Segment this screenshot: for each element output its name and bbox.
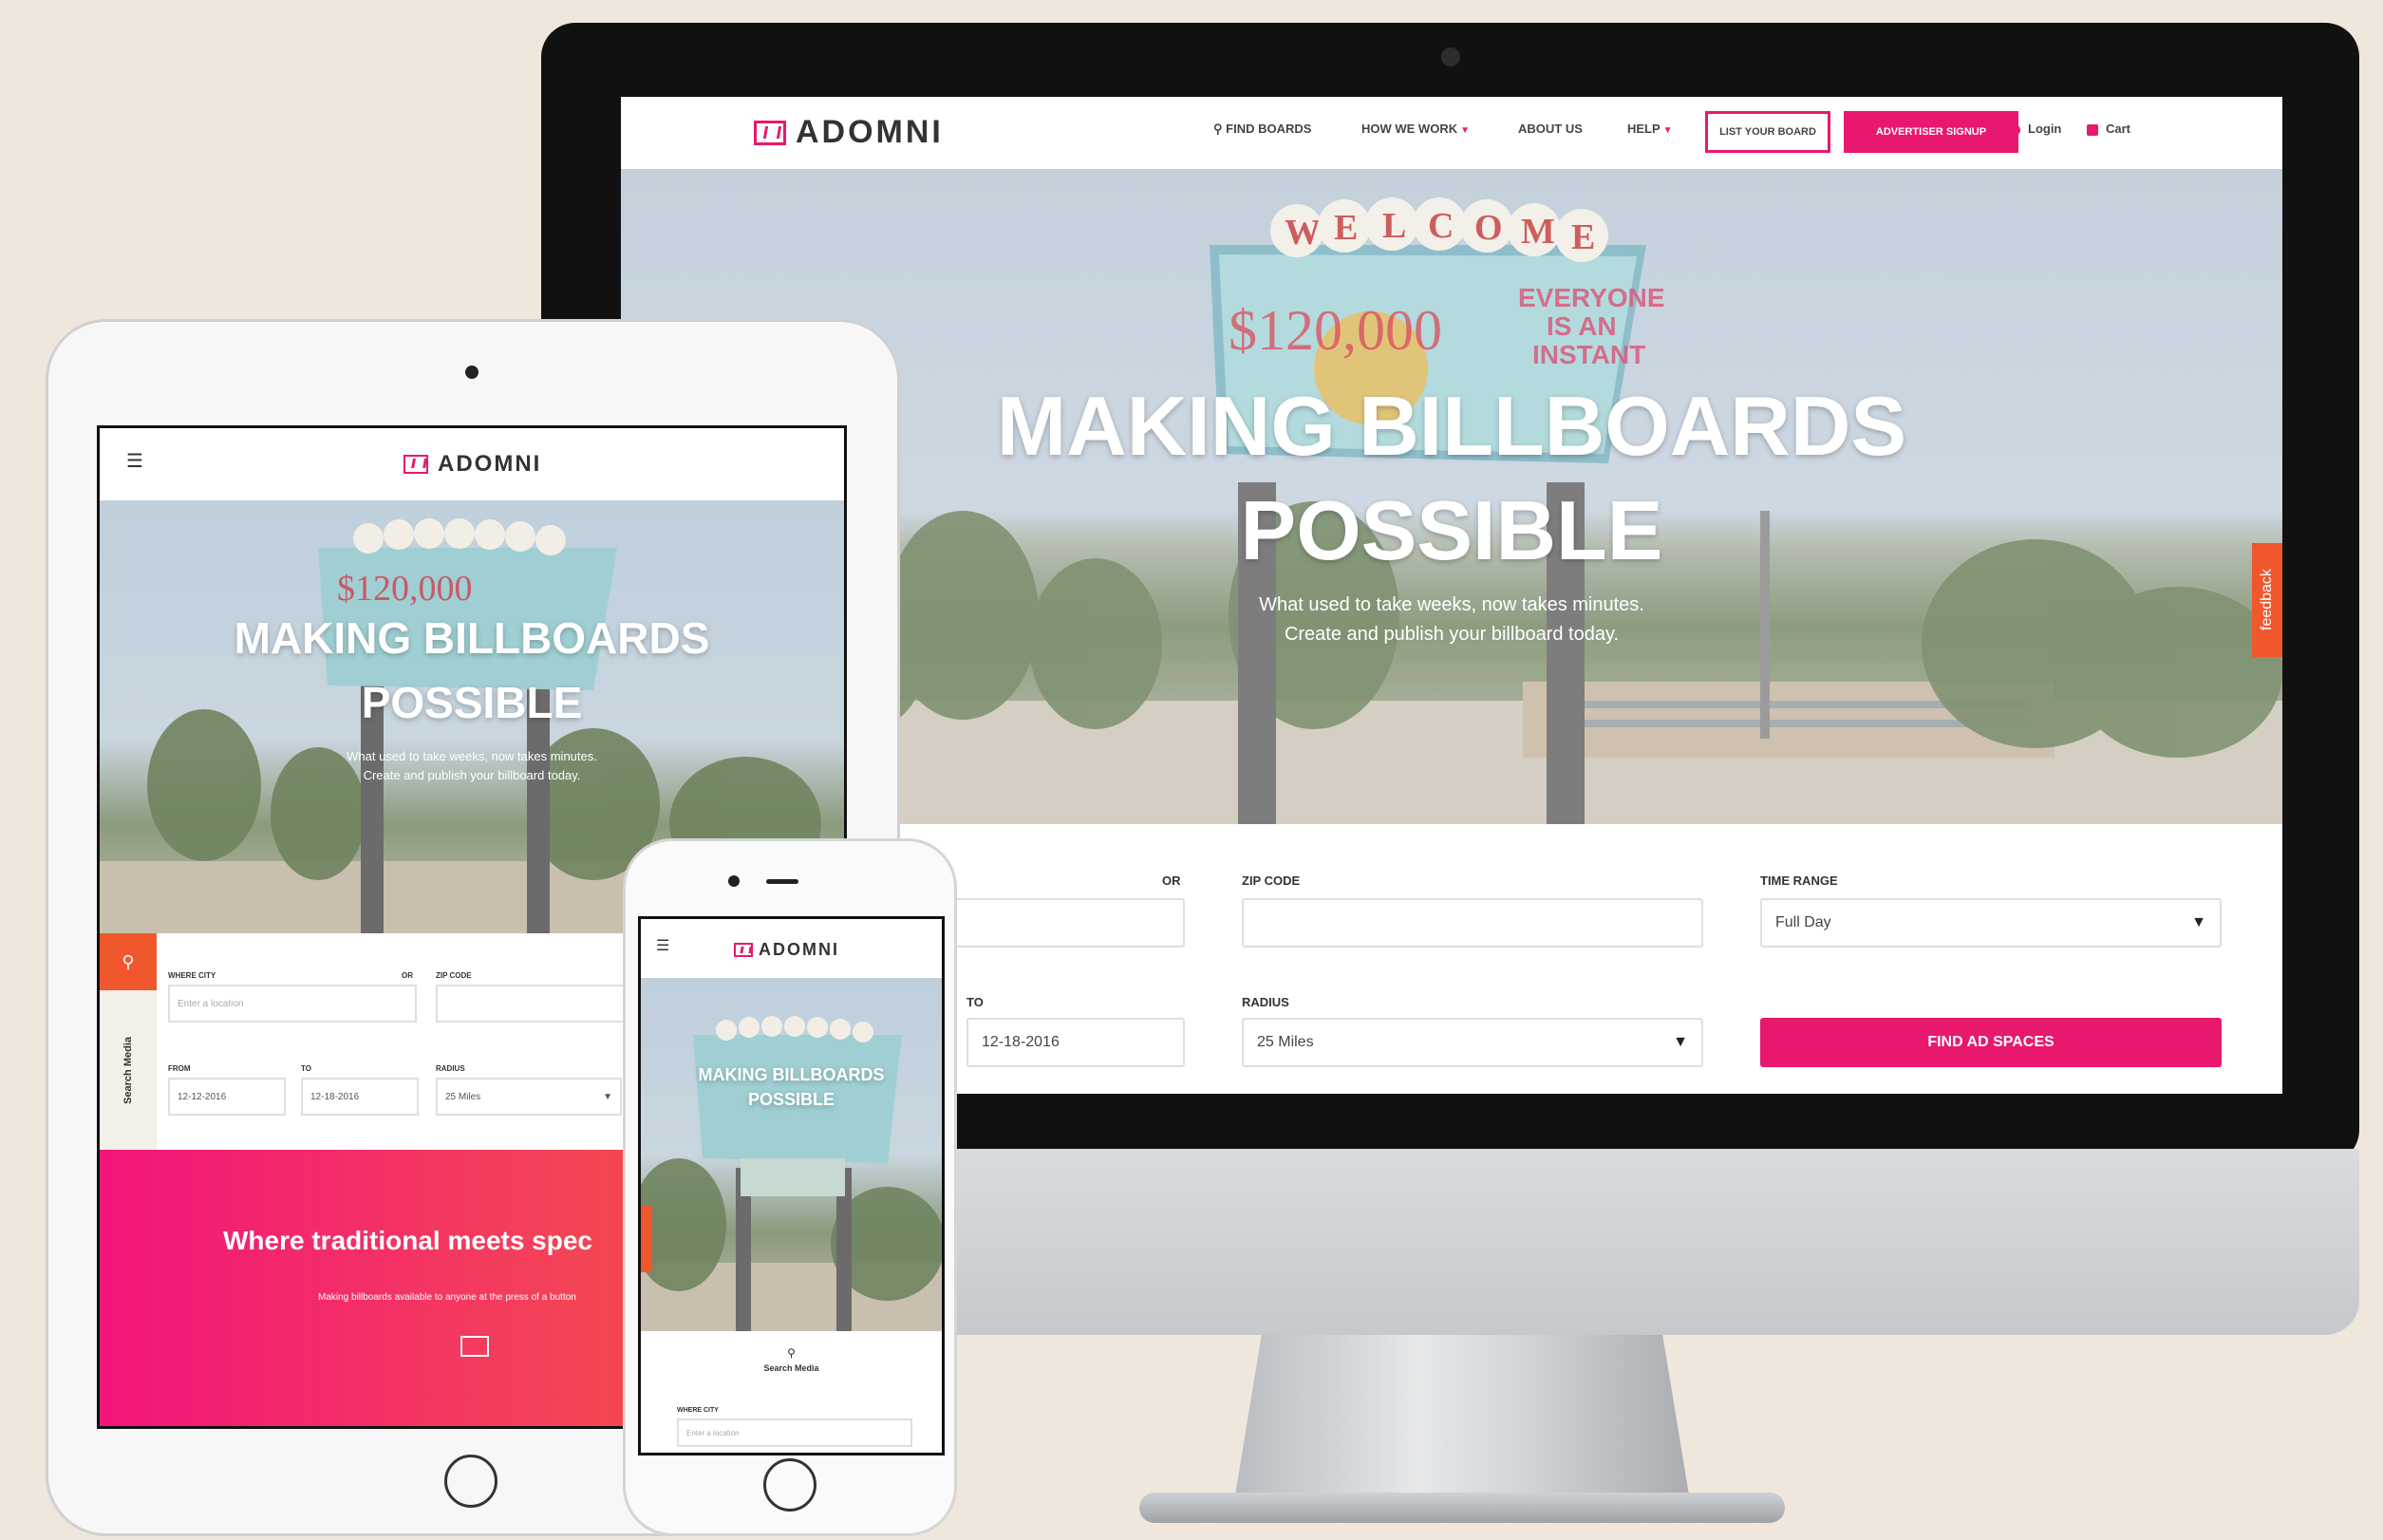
adomni-logo-icon <box>460 1336 489 1357</box>
brand-logo[interactable]: ADOMNI <box>754 114 944 151</box>
phone-search-panel: ⚲ Search Media WHERE CITY Enter a locati… <box>641 1331 942 1453</box>
nav-login-label: Login <box>2028 122 2062 136</box>
radius-select[interactable]: 25 Miles ▼ <box>1242 1018 1703 1067</box>
to-date-input[interactable]: 12-18-2016 <box>966 1018 1185 1067</box>
radius-value: 25 Miles <box>445 1091 481 1102</box>
chevron-down-icon: ▼ <box>1673 1034 1688 1050</box>
phone-brand-logo[interactable]: ADOMNI <box>734 940 839 960</box>
radius-label: RADIUS <box>1242 995 1289 1009</box>
monitor-camera <box>1441 47 1460 66</box>
phone-hero: MAKING BILLBOARDS POSSIBLE <box>641 978 942 1331</box>
nav-how-we-work-label: HOW WE WORK <box>1361 122 1458 136</box>
tablet-brand-logo[interactable]: ADOMNI <box>403 451 541 478</box>
phone-camera <box>728 875 740 887</box>
or-label: OR <box>402 971 413 980</box>
nav-login[interactable]: Login <box>2009 122 2061 136</box>
user-icon <box>2009 123 2020 136</box>
chevron-down-icon: ▼ <box>603 1091 612 1102</box>
phone-screen: ☰ ADOMNI MAKING BILLBOARDS POSSIBLE ⚲ Se… <box>638 916 945 1455</box>
phone-feedback-tab[interactable] <box>641 1206 652 1272</box>
brand-name: ADOMNI <box>796 114 944 150</box>
phone-navbar: ☰ ADOMNI <box>641 919 942 979</box>
search-icon[interactable]: ⚲ <box>100 933 157 990</box>
where-city-placeholder: Enter a location <box>178 998 244 1009</box>
to-label: TO <box>966 995 984 1009</box>
adomni-logo-icon <box>754 120 786 145</box>
to-date-value: 12-18-2016 <box>982 1034 1060 1050</box>
phone-brand-name: ADOMNI <box>759 940 839 959</box>
nav-find-boards[interactable]: ⚲ FIND BOARDS <box>1213 122 1311 137</box>
zip-code-label: ZIP CODE <box>1242 873 1301 888</box>
zip-code-input[interactable] <box>1242 898 1703 948</box>
tablet-home-button <box>444 1455 497 1508</box>
to-date-input[interactable]: 12-18-2016 <box>301 1078 419 1116</box>
chevron-down-icon: ▼ <box>2191 914 2206 930</box>
radius-label: RADIUS <box>436 1064 465 1073</box>
promo-headline: Where traditional meets spec <box>223 1226 593 1255</box>
where-city-input[interactable]: Enter a location <box>677 1418 912 1447</box>
nav-how-we-work[interactable]: HOW WE WORK ▼ <box>1361 122 1470 136</box>
time-range-select[interactable]: Full Day ▼ <box>1760 898 2222 948</box>
chevron-down-icon: ▼ <box>1460 125 1470 136</box>
promo-body: Making billboards available to anyone at… <box>318 1292 576 1303</box>
zip-code-label: ZIP CODE <box>436 971 472 980</box>
or-label: OR <box>1162 873 1181 888</box>
tablet-brand-name: ADOMNI <box>438 451 542 477</box>
svg-text:$120,000: $120,000 <box>337 569 473 609</box>
phone-home-button <box>763 1458 816 1512</box>
phone-hero-title-line2: POSSIBLE <box>747 1090 835 1109</box>
search-media-side-tab-label: Search Media <box>122 1036 134 1104</box>
advertiser-signup-button[interactable]: ADVERTISER SIGNUP <box>1844 111 2018 153</box>
nav-help[interactable]: HELP ▼ <box>1627 122 1673 136</box>
search-media-side-tab[interactable]: Search Media <box>100 990 157 1150</box>
from-label: FROM <box>168 1064 191 1073</box>
chevron-down-icon: ▼ <box>1662 125 1673 136</box>
from-date-input[interactable]: 12-12-2016 <box>168 1078 286 1116</box>
cart-icon <box>2087 123 2098 136</box>
tablet-navbar: ☰ ADOMNI <box>100 428 844 501</box>
time-range-label: TIME RANGE <box>1760 873 1838 888</box>
tablet-hero-title-line2: POSSIBLE <box>361 678 583 727</box>
to-label: TO <box>301 1064 311 1073</box>
search-icon[interactable]: ⚲ <box>641 1346 942 1360</box>
phone-hero-title-line1: MAKING BILLBOARDS <box>698 1065 885 1084</box>
tablet-hero-subtitle-line1: What used to take weeks, now takes minut… <box>347 749 597 763</box>
time-range-value: Full Day <box>1775 914 1831 930</box>
where-city-placeholder: Enter a location <box>686 1428 740 1437</box>
desktop-navbar: ADOMNI ⚲ FIND BOARDS HOW WE WORK ▼ ABOUT … <box>621 97 2282 170</box>
feedback-tab[interactable]: feedback <box>2252 543 2282 657</box>
nav-cart[interactable]: Cart <box>2087 122 2130 136</box>
find-ad-spaces-button[interactable]: FIND AD SPACES <box>1760 1018 2222 1067</box>
search-media-label: Search Media <box>763 1363 819 1373</box>
list-your-board-button[interactable]: LIST YOUR BOARD <box>1705 111 1830 153</box>
nav-help-label: HELP <box>1627 122 1661 136</box>
tablet-camera <box>465 366 478 379</box>
where-city-input[interactable]: Enter a location <box>168 985 417 1023</box>
from-date-value: 12-12-2016 <box>178 1091 227 1102</box>
hamburger-menu-icon[interactable]: ☰ <box>656 936 669 955</box>
where-city-label: WHERE CITY <box>168 971 216 980</box>
nav-cart-label: Cart <box>2106 122 2131 136</box>
monitor-stand-base <box>1139 1493 1785 1523</box>
search-icon: ⚲ <box>1213 122 1227 136</box>
radius-value: 25 Miles <box>1257 1034 1314 1050</box>
where-city-label: WHERE CITY <box>677 1407 719 1414</box>
to-date-value: 12-18-2016 <box>310 1091 360 1102</box>
tablet-hero-subtitle-line2: Create and publish your billboard today. <box>363 768 581 782</box>
nav-about-us[interactable]: ABOUT US <box>1518 122 1583 136</box>
phone-speaker <box>766 879 798 884</box>
adomni-logo-icon <box>734 943 753 957</box>
tablet-hero-title-line1: MAKING BILLBOARDS <box>234 613 710 663</box>
hamburger-menu-icon[interactable]: ☰ <box>126 449 143 473</box>
phone-hero-illustration <box>641 1016 942 1331</box>
adomni-logo-icon <box>403 455 428 474</box>
nav-find-boards-label: FIND BOARDS <box>1226 122 1312 136</box>
monitor-stand <box>1234 1335 1690 1501</box>
radius-select[interactable]: 25 Miles ▼ <box>436 1078 622 1116</box>
